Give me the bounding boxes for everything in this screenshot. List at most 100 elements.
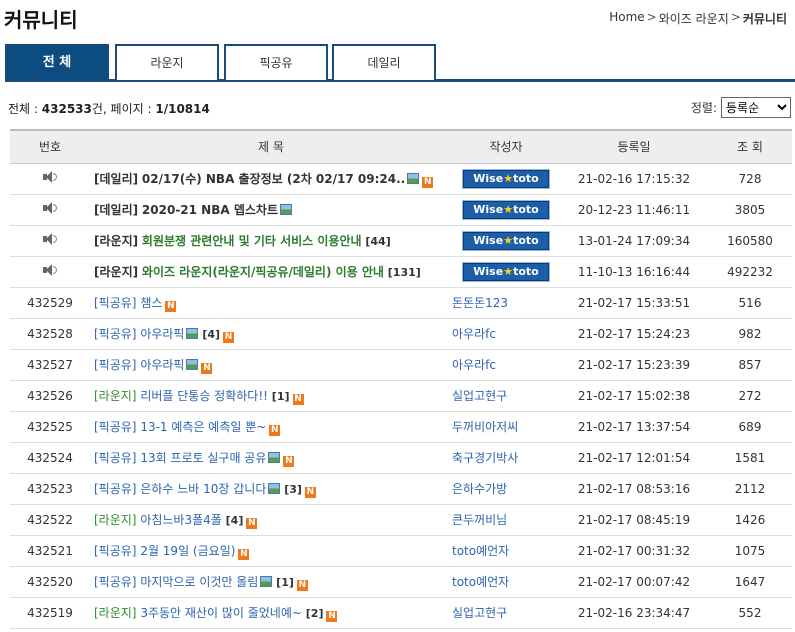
table-row: 432520 [픽공유] 마지막으로 이것만 올림 [1] Ntoto예언자 21-0… xyxy=(10,566,792,598)
notice-title-link[interactable]: 와이즈 라운지(라운지/픽공유/데일리) 이용 안내 xyxy=(142,265,384,279)
new-icon: N xyxy=(292,393,304,405)
post-title-link[interactable]: 13회 프로토 실구매 공유 xyxy=(140,451,266,465)
post-category[interactable]: [픽공유] xyxy=(94,575,136,589)
new-icon: N xyxy=(246,517,258,529)
total-label: 전체 : xyxy=(8,102,38,116)
table-row: 432528 [픽공유] 아우라픽 [4] N 아우라fc 21-02-17 15:24… xyxy=(10,318,792,350)
author-name[interactable]: 큰두꺼비님 xyxy=(452,513,507,527)
new-icon: N xyxy=(238,548,250,560)
notice-category[interactable]: [데일리] xyxy=(94,172,138,186)
views-cell: 857 xyxy=(708,349,792,381)
post-title-link[interactable]: 마지막으로 이것만 올림 xyxy=(140,575,258,589)
notice-number-cell xyxy=(10,225,90,257)
notice-category[interactable]: [라운지] xyxy=(94,234,138,248)
tab-lounge[interactable]: 라운지 xyxy=(115,44,219,80)
comment-count: [1] xyxy=(271,389,290,403)
post-title-link[interactable]: 챔스 xyxy=(140,296,162,310)
speaker-wave xyxy=(53,266,57,274)
table-header-row: 번호 제 목 작성자 등록일 조 회 xyxy=(10,129,792,164)
author-name[interactable]: 아우라fc xyxy=(452,327,496,341)
author-name[interactable]: 실업고현구 xyxy=(452,389,507,403)
author-name[interactable]: toto예언자 xyxy=(452,575,509,589)
author-name[interactable]: toto예언자 xyxy=(452,544,509,558)
date-cell: 21-02-17 15:23:39 xyxy=(560,349,708,381)
wise-toto-badge[interactable]: Wise★toto xyxy=(462,199,550,220)
speaker-wave xyxy=(53,204,57,212)
author-name[interactable]: 실업고현구 xyxy=(452,606,507,620)
post-category[interactable]: [라운지] xyxy=(94,389,136,403)
sort-control: 정렬: 등록순 xyxy=(691,97,791,118)
post-category[interactable]: [픽공유] xyxy=(94,327,136,341)
speaker-wave xyxy=(53,235,57,243)
author-name[interactable]: 아우라fc xyxy=(452,358,496,372)
image-icon xyxy=(186,327,199,339)
author-cell: 두꺼비아저씨 xyxy=(452,411,560,443)
notice-number-cell xyxy=(10,256,90,288)
notice-row: [데일리] 02/17(수) NBA 출장정보 (2차 02/17 09:24.… xyxy=(10,163,792,195)
date-cell: 21-02-17 08:53:16 xyxy=(560,473,708,505)
image-icon xyxy=(280,204,292,215)
notice-title-cell: [라운지] 와이즈 라운지(라운지/픽공유/데일리) 이용 안내 [131] xyxy=(90,256,452,288)
views-cell: 552 xyxy=(708,597,792,629)
tab-all[interactable]: 전 체 xyxy=(5,44,109,80)
tab-daily[interactable]: 데일리 xyxy=(332,44,436,80)
post-category[interactable]: [라운지] xyxy=(94,513,136,527)
notice-title-link[interactable]: 2020-21 NBA 뎁스차트 xyxy=(142,203,278,217)
breadcrumb-lounge[interactable]: 와이즈 라운지 xyxy=(659,10,729,27)
comment-count: [2] xyxy=(305,606,324,620)
sort-select[interactable]: 등록순 xyxy=(721,97,791,118)
table-row: 432523 [픽공유] 은하수 느바 10장 갑니다 [3] N 은하수가방 21-0… xyxy=(10,473,792,505)
post-number-cell: 432519 xyxy=(10,597,90,629)
table-row: 432529 [픽공유] 챔스 N 돈돈돈123 21-02-17 15:33:51 51… xyxy=(10,287,792,319)
notice-title-link[interactable]: 02/17(수) NBA 출장정보 (2차 02/17 09:24.. xyxy=(142,172,405,186)
post-title-link[interactable]: 리버플 단통승 정확하다!! xyxy=(140,389,268,403)
badge-text-wise: Wise xyxy=(473,264,504,278)
post-title-link[interactable]: 3주동안 재산이 많이 줄었네예~ xyxy=(140,606,302,620)
post-category[interactable]: [픽공유] xyxy=(94,358,136,372)
post-category[interactable]: [픽공유] xyxy=(94,420,136,434)
post-title-link[interactable]: 은하수 느바 10장 갑니다 xyxy=(140,482,266,496)
breadcrumb-home[interactable]: Home xyxy=(609,10,644,27)
notice-category[interactable]: [데일리] xyxy=(94,203,138,217)
post-title-link[interactable]: 아침느바3폴4폴 xyxy=(140,513,222,527)
date-cell: 21-02-17 00:31:32 xyxy=(560,535,708,567)
post-title-cell: [라운지] 3주동안 재산이 많이 줄었네예~ [2] N xyxy=(90,597,452,629)
table-row: 432519 [라운지] 3주동안 재산이 많이 줄었네예~ [2] N 실업고현구 2… xyxy=(10,597,792,629)
author-cell: toto예언자 xyxy=(452,535,560,567)
wise-toto-badge[interactable]: Wise★toto xyxy=(462,230,550,251)
notice-title-link[interactable]: 회원분쟁 관련안내 및 기타 서비스 이용안내 xyxy=(142,234,362,248)
speaker-icon xyxy=(42,201,58,215)
author-name[interactable]: 두꺼비아저씨 xyxy=(452,420,518,434)
notice-category[interactable]: [라운지] xyxy=(94,265,138,279)
author-cell: 큰두꺼비님 xyxy=(452,504,560,536)
author-name[interactable]: 은하수가방 xyxy=(452,482,507,496)
notice-row: [데일리] 2020-21 NBA 뎁스차트 Wise★toto 20-12-23 … xyxy=(10,194,792,226)
date-cell: 21-02-17 15:33:51 xyxy=(560,287,708,319)
post-title-link[interactable]: 2월 19일 (금요일) xyxy=(140,544,235,558)
post-category[interactable]: [라운지] xyxy=(94,606,136,620)
post-category[interactable]: [픽공유] xyxy=(94,451,136,465)
views-cell: 689 xyxy=(708,411,792,443)
badge-text-toto: toto xyxy=(513,264,539,278)
author-name[interactable]: 축구경기박사 xyxy=(452,451,518,465)
notice-row: [라운지] 와이즈 라운지(라운지/픽공유/데일리) 이용 안내 [131] Wi… xyxy=(10,256,792,288)
author-name[interactable]: 돈돈돈123 xyxy=(452,296,508,310)
post-category[interactable]: [픽공유] xyxy=(94,482,136,496)
post-title-link[interactable]: 아우라픽 xyxy=(140,358,184,372)
post-title-link[interactable]: 아우라픽 xyxy=(140,327,184,341)
post-title-link[interactable]: 13-1 예측은 예측일 뿐~ xyxy=(140,420,266,434)
post-number-cell: 432528 xyxy=(10,318,90,350)
post-table: 번호 제 목 작성자 등록일 조 회 [데일리] 02/17(수) NBA 출장… xyxy=(10,129,792,629)
author-cell: Wise★toto xyxy=(452,163,560,195)
tab-pick-share[interactable]: 픽공유 xyxy=(224,44,328,80)
post-number-cell: 432523 xyxy=(10,473,90,505)
col-author: 작성자 xyxy=(452,129,560,164)
wise-toto-badge[interactable]: Wise★toto xyxy=(462,261,550,282)
notice-title-cell: [데일리] 2020-21 NBA 뎁스차트 xyxy=(90,194,452,226)
notice-title-cell: [데일리] 02/17(수) NBA 출장정보 (2차 02/17 09:24.… xyxy=(90,163,452,195)
wise-toto-badge[interactable]: Wise★toto xyxy=(462,168,550,189)
table-row: 432522 [라운지] 아침느바3폴4폴 [4] N 큰두꺼비님 21-02-17 0… xyxy=(10,504,792,536)
author-cell: 아우라fc xyxy=(452,318,560,350)
post-category[interactable]: [픽공유] xyxy=(94,296,136,310)
post-category[interactable]: [픽공유] xyxy=(94,544,136,558)
